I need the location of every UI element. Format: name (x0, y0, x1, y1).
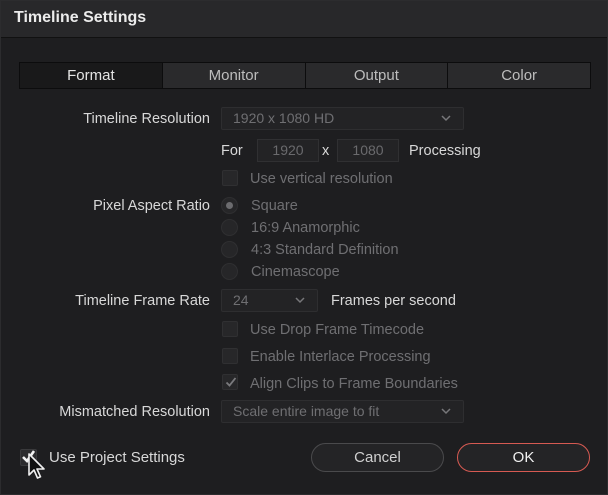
timeline-settings-dialog: Timeline Settings Format Monitor Output … (0, 0, 608, 495)
use-project-settings-label: Use Project Settings (49, 449, 185, 466)
for-label: For (221, 143, 243, 159)
vertical-resolution-checkbox[interactable] (222, 170, 238, 186)
chevron-down-icon (441, 408, 451, 415)
drop-frame-checkbox[interactable] (222, 321, 238, 337)
chevron-down-icon (295, 297, 305, 304)
times-label: x (322, 143, 330, 159)
mismatched-resolution-label: Mismatched Resolution (59, 404, 210, 420)
tab-color[interactable]: Color (447, 63, 590, 88)
radio-4-3-standard[interactable] (221, 241, 238, 258)
radio-square[interactable] (221, 197, 238, 214)
frame-rate-select[interactable]: 24 (221, 289, 318, 312)
tab-output[interactable]: Output (304, 63, 448, 88)
dialog-title: Timeline Settings (14, 9, 147, 26)
mismatched-resolution-value: Scale entire image to fit (233, 403, 380, 419)
mismatched-resolution-select[interactable]: Scale entire image to fit (221, 400, 464, 423)
interlace-label: Enable Interlace Processing (250, 349, 431, 365)
vertical-resolution-label: Use vertical resolution (250, 171, 393, 187)
frames-per-second-label: Frames per second (331, 293, 456, 309)
resolution-height-field[interactable]: 1080 (337, 139, 399, 162)
title-bar[interactable]: Timeline Settings (1, 1, 607, 38)
drop-frame-label: Use Drop Frame Timecode (250, 322, 425, 338)
align-clips-checkbox[interactable] (222, 374, 238, 390)
chevron-down-icon (441, 115, 451, 122)
align-clips-label: Align Clips to Frame Boundaries (250, 376, 458, 392)
timeline-resolution-label: Timeline Resolution (83, 111, 210, 127)
radio-cinemascope[interactable] (221, 263, 238, 280)
timeline-frame-rate-label: Timeline Frame Rate (75, 293, 210, 309)
ok-button[interactable]: OK (457, 443, 590, 472)
cancel-button[interactable]: Cancel (311, 443, 444, 472)
timeline-resolution-value: 1920 x 1080 HD (233, 110, 335, 126)
radio-4-3-standard-label: 4:3 Standard Definition (251, 242, 399, 258)
timeline-resolution-select[interactable]: 1920 x 1080 HD (221, 107, 464, 130)
pixel-aspect-ratio-label: Pixel Aspect Ratio (93, 198, 210, 214)
tab-bar: Format Monitor Output Color (19, 62, 591, 89)
radio-square-label: Square (251, 198, 298, 214)
radio-16-9-anamorphic-label: 16:9 Anamorphic (251, 220, 360, 236)
radio-cinemascope-label: Cinemascope (251, 264, 340, 280)
radio-16-9-anamorphic[interactable] (221, 219, 238, 236)
checkmark-icon (225, 377, 237, 387)
mouse-cursor-icon (28, 453, 45, 479)
tab-monitor[interactable]: Monitor (161, 63, 305, 88)
tab-format[interactable]: Format (20, 63, 162, 88)
frame-rate-value: 24 (233, 292, 249, 308)
resolution-width-field[interactable]: 1920 (257, 139, 319, 162)
processing-label: Processing (409, 143, 481, 159)
interlace-checkbox[interactable] (222, 348, 238, 364)
